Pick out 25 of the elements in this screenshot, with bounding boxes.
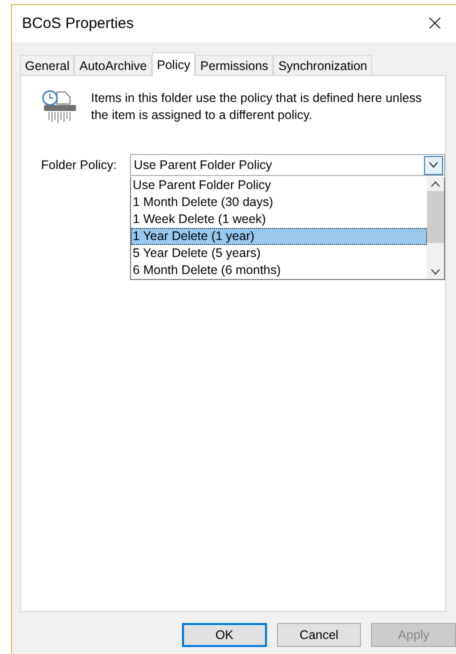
caret-icon (429, 162, 438, 168)
policy-option[interactable]: 5 Year Delete (5 years) (130, 245, 427, 262)
clock-shredder-icon (41, 90, 77, 124)
dropdown-button[interactable] (424, 156, 443, 174)
folder-policy-dropdown[interactable]: Use Parent Folder Policy (130, 154, 445, 176)
tab[interactable]: Permissions (195, 55, 274, 75)
policy-option[interactable]: 1 Month Delete (30 days) (130, 194, 427, 211)
policy-description: Items in this folder use the policy that is defined here unless the item is assigned to a different policy. (91, 90, 423, 124)
scroll-up-icon[interactable] (431, 181, 440, 187)
window-title: BCoS Properties (22, 15, 134, 32)
policy-option[interactable]: 1 Week Delete (1 week) (130, 211, 427, 228)
dropdown-value: Use Parent Folder Policy (134, 158, 272, 172)
tab[interactable]: General (20, 55, 74, 75)
tab[interactable]: AutoArchive (74, 55, 152, 75)
close-button[interactable]: × (422, 11, 448, 36)
folder-policy-label: Folder Policy: (41, 157, 118, 174)
dialog-button[interactable]: Cancel (276, 623, 362, 647)
policy-option[interactable]: 6 Month Delete (6 months) (130, 262, 427, 279)
scrollbar-thumb[interactable] (427, 191, 444, 243)
tab[interactable]: Policy (152, 52, 196, 76)
scroll-down-icon[interactable] (431, 269, 440, 275)
tab[interactable]: Synchronization (273, 55, 372, 75)
policy-option[interactable]: Use Parent Folder Policy (130, 177, 427, 194)
policy-option[interactable]: 1 Year Delete (1 year) (130, 228, 427, 245)
dialog-button[interactable]: OK (182, 623, 267, 647)
